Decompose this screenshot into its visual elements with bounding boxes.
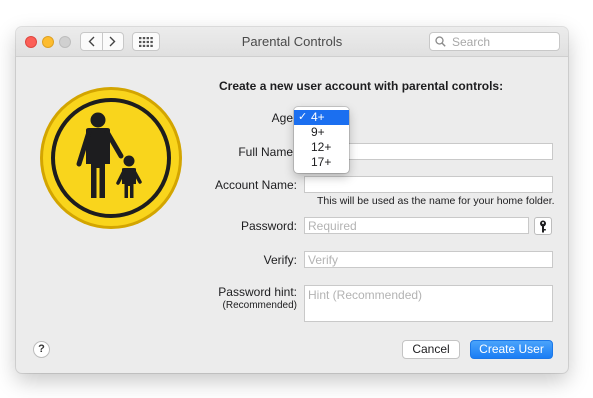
account-name-field[interactable] (304, 176, 553, 193)
password-label: Password: (240, 219, 297, 233)
search-field[interactable] (429, 32, 560, 51)
age-option-label: 17+ (311, 155, 332, 169)
verify-field[interactable] (304, 251, 553, 268)
verify-label: Verify: (263, 253, 297, 267)
create-user-button[interactable]: Create User (470, 340, 553, 359)
zoom-window-button[interactable] (59, 36, 71, 48)
back-forward-group (80, 32, 124, 51)
age-option-9-plus[interactable]: 9+ (294, 125, 349, 140)
title-bar: Parental Controls (16, 27, 568, 57)
cancel-button[interactable]: Cancel (402, 340, 460, 359)
age-dropdown-menu: ✓ 4+ 9+ 12+ 17+ (294, 107, 349, 173)
parental-controls-window: Parental Controls Create a new user acco… (16, 27, 568, 373)
chevron-left-icon (88, 36, 95, 47)
checkmark-icon: ✓ (298, 111, 308, 123)
show-all-button[interactable] (132, 32, 160, 51)
age-option-12-plus[interactable]: 12+ (294, 140, 349, 155)
password-field[interactable] (304, 217, 529, 234)
grid-icon (139, 36, 153, 47)
password-hint-field[interactable] (304, 285, 553, 322)
forward-button[interactable] (101, 33, 124, 50)
help-button[interactable]: ? (33, 341, 50, 358)
parental-controls-badge-icon (40, 87, 182, 229)
age-option-label: 4+ (311, 110, 325, 124)
key-icon (540, 220, 546, 232)
full-name-label: Full Name (238, 145, 293, 159)
age-option-label: 12+ (311, 140, 332, 154)
form-heading: Create a new user account with parental … (219, 79, 504, 93)
account-name-label: Account Name: (214, 178, 297, 192)
age-option-17-plus[interactable]: 17+ (294, 155, 349, 170)
search-icon (435, 36, 446, 47)
close-window-button[interactable] (25, 36, 37, 48)
age-option-label: 9+ (311, 125, 325, 139)
password-assistant-button[interactable] (534, 217, 552, 235)
account-name-note: This will be used as the name for your h… (317, 195, 555, 207)
search-input[interactable] (450, 33, 554, 50)
back-button[interactable] (81, 33, 102, 50)
age-label: Age (271, 111, 293, 125)
chevron-right-icon (109, 36, 116, 47)
minimize-window-button[interactable] (42, 36, 54, 48)
age-option-4-plus[interactable]: ✓ 4+ (294, 110, 349, 125)
password-hint-label: Password hint: (218, 285, 297, 299)
password-hint-sublabel: (Recommended) (222, 300, 297, 311)
